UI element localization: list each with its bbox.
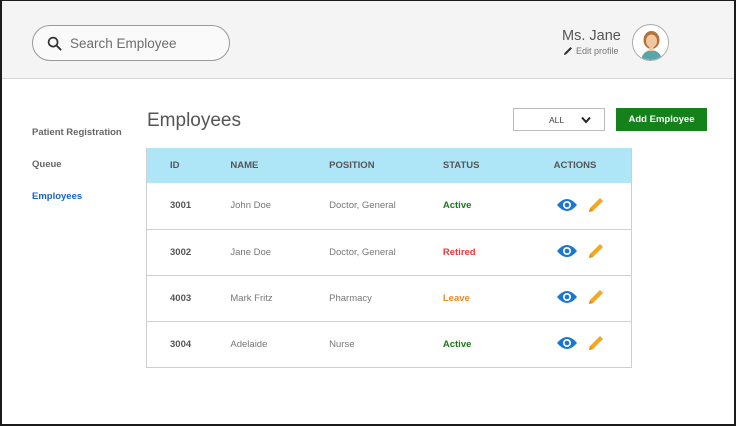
filter-selected-value: ALL	[549, 114, 565, 125]
sidebar-item-patient-registration[interactable]: Patient Registration	[32, 127, 122, 138]
column-header-name: NAME	[230, 160, 259, 171]
cell-position: Doctor, General	[329, 200, 396, 212]
edit-profile-label: Edit profile	[576, 46, 619, 56]
cell-name: Adelaide	[230, 338, 268, 350]
cell-id: 3004	[170, 338, 192, 350]
pencil-icon[interactable]	[588, 335, 604, 351]
add-employee-button[interactable]: Add Employee	[616, 108, 707, 131]
column-header-status: STATUS	[442, 160, 480, 171]
cell-actions	[523, 321, 632, 367]
cell-id: 4003	[170, 292, 192, 304]
table-row: 4003 Mark Fritz Pharmacy Leave	[146, 275, 632, 321]
cell-position: Pharmacy	[329, 292, 372, 304]
app-window: Ms. Jane Edit profile Patient Registrati…	[0, 0, 736, 426]
pencil-icon[interactable]	[588, 197, 604, 213]
top-bar: Ms. Jane Edit profile	[2, 1, 734, 79]
avatar-icon	[633, 25, 668, 60]
cell-name: Jane Doe	[230, 246, 272, 258]
cell-name: Mark Fritz	[230, 292, 273, 304]
table-row: 3004 Adelaide Nurse Active	[146, 321, 632, 367]
search-box[interactable]	[32, 25, 230, 61]
cell-position: Doctor, General	[329, 246, 396, 258]
eye-icon[interactable]	[556, 198, 578, 212]
status-badge: Active	[442, 200, 472, 212]
sidebar-item-queue[interactable]: Queue	[32, 159, 122, 170]
sidebar-item-employees[interactable]: Employees	[32, 191, 122, 202]
pencil-icon[interactable]	[588, 289, 604, 305]
search-icon	[47, 36, 62, 51]
status-filter-dropdown[interactable]: ALL	[513, 108, 605, 131]
cell-actions	[523, 229, 632, 275]
chevron-down-icon	[581, 116, 591, 124]
cell-id: 3002	[170, 246, 192, 258]
edit-profile-link[interactable]: Edit profile	[563, 46, 619, 56]
avatar[interactable]	[632, 24, 669, 61]
sidebar: Patient Registration Queue Employees	[32, 127, 122, 223]
cell-position: Nurse	[329, 338, 355, 350]
cell-name: John Doe	[230, 200, 272, 212]
column-header-position: POSITION	[329, 160, 375, 171]
eye-icon[interactable]	[556, 244, 578, 258]
cell-actions	[523, 275, 632, 321]
status-badge: Leave	[442, 292, 470, 304]
search-input[interactable]	[70, 35, 220, 51]
pencil-icon[interactable]	[588, 243, 604, 259]
eye-icon[interactable]	[556, 336, 578, 350]
table-header-row: ID NAME POSITION STATUS ACTIONS	[146, 148, 632, 183]
column-header-id: ID	[170, 160, 180, 171]
status-badge: Active	[442, 338, 472, 350]
table-row: 3002 Jane Doe Doctor, General Retired	[146, 229, 632, 275]
table-row: 3001 John Doe Doctor, General Active	[146, 183, 632, 229]
page-title: Employees	[147, 110, 241, 131]
pencil-icon	[564, 47, 572, 55]
column-header-actions: ACTIONS	[553, 160, 597, 171]
user-name: Ms. Jane	[562, 28, 621, 44]
eye-icon[interactable]	[556, 290, 578, 304]
status-badge: Retired	[442, 246, 476, 258]
cell-actions	[523, 183, 632, 229]
cell-id: 3001	[170, 200, 192, 212]
employees-table: ID NAME POSITION STATUS ACTIONS 3001 Joh…	[146, 148, 632, 368]
